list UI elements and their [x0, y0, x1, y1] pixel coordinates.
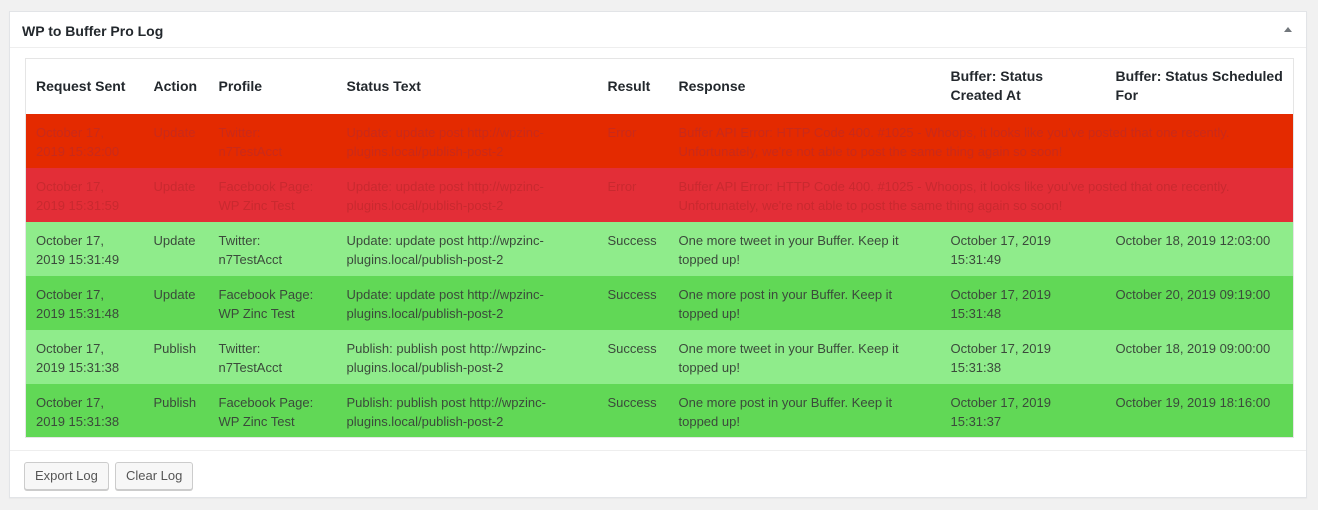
cell-response: One more tweet in your Buffer. Keep it t… — [668, 329, 941, 384]
cell-action: Update — [143, 113, 209, 168]
cell-profile: Facebook Page: WP Zinc Test — [208, 167, 337, 222]
cell-status-text: Update: update post http://wpzinc-plugin… — [336, 167, 598, 222]
cell-response: Buffer API Error: HTTP Code 400. #1025 -… — [668, 113, 1294, 168]
clear-log-button[interactable]: Clear Log — [115, 462, 194, 490]
cell-result: Success — [597, 221, 669, 276]
panel-footer: Export Log Clear Log — [10, 450, 1306, 498]
log-panel: WP to Buffer Pro Log Request Sent Action… — [9, 11, 1307, 498]
cell-profile: Twitter: n7TestAcct — [208, 113, 337, 168]
cell-result: Success — [597, 329, 669, 384]
cell-profile: Twitter: n7TestAcct — [208, 221, 337, 276]
cell-response: One more tweet in your Buffer. Keep it t… — [668, 221, 941, 276]
panel-title: WP to Buffer Pro Log — [22, 23, 164, 39]
table-row: October 17, 2019 15:32:00 Update Twitter: … — [25, 113, 1294, 168]
cell-status-text: Update: update post http://wpzinc-plugin… — [336, 113, 598, 168]
cell-response: Buffer API Error: HTTP Code 400. #1025 -… — [668, 167, 1294, 222]
collapse-arrow-icon[interactable] — [1284, 27, 1292, 32]
panel-header[interactable]: WP to Buffer Pro Log — [10, 12, 1306, 48]
cell-status-text: Update: update post http://wpzinc-plugin… — [336, 275, 598, 330]
cell-status-text: Publish: publish post http://wpzinc-plug… — [336, 383, 598, 438]
header-status-text: Status Text — [336, 58, 598, 114]
cell-request-sent: October 17, 2019 15:31:59 — [25, 167, 144, 222]
cell-scheduled-for: October 18, 2019 09:00:00 — [1105, 329, 1294, 384]
cell-profile: Facebook Page: WP Zinc Test — [208, 275, 337, 330]
header-created-at: Buffer: Status Created At — [940, 58, 1106, 114]
cell-action: Publish — [143, 329, 209, 384]
cell-status-text: Publish: publish post http://wpzinc-plug… — [336, 329, 598, 384]
cell-result: Error — [597, 167, 669, 222]
cell-created-at: October 17, 2019 15:31:38 — [940, 329, 1106, 384]
table-row: October 17, 2019 15:31:59 Update Facebook … — [25, 167, 1294, 222]
cell-action: Publish — [143, 383, 209, 438]
panel-body: Request Sent Action Profile Status Text … — [25, 58, 1294, 438]
table-row: October 17, 2019 15:31:48 Update Facebook … — [25, 275, 1294, 330]
cell-scheduled-for: October 18, 2019 12:03:00 — [1105, 221, 1294, 276]
export-log-button[interactable]: Export Log — [24, 462, 109, 490]
cell-created-at: October 17, 2019 15:31:48 — [940, 275, 1106, 330]
cell-result: Success — [597, 383, 669, 438]
cell-created-at: October 17, 2019 15:31:37 — [940, 383, 1106, 438]
cell-request-sent: October 17, 2019 15:31:38 — [25, 329, 144, 384]
header-scheduled-for: Buffer: Status Scheduled For — [1105, 58, 1294, 114]
cell-status-text: Update: update post http://wpzinc-plugin… — [336, 221, 598, 276]
cell-request-sent: October 17, 2019 15:32:00 — [25, 113, 144, 168]
cell-action: Update — [143, 275, 209, 330]
header-request-sent: Request Sent — [25, 58, 144, 114]
cell-response: One more post in your Buffer. Keep it to… — [668, 275, 941, 330]
header-action: Action — [143, 58, 209, 114]
cell-result: Error — [597, 113, 669, 168]
table-header-row: Request Sent Action Profile Status Text … — [25, 58, 1294, 114]
cell-scheduled-for: October 20, 2019 09:19:00 — [1105, 275, 1294, 330]
header-result: Result — [597, 58, 669, 114]
cell-result: Success — [597, 275, 669, 330]
header-response: Response — [668, 58, 941, 114]
header-profile: Profile — [208, 58, 337, 114]
log-table-body: October 17, 2019 15:32:00 Update Twitter: … — [25, 113, 1294, 438]
cell-scheduled-for: October 19, 2019 18:16:00 — [1105, 383, 1294, 438]
table-row: October 17, 2019 15:31:49 Update Twitter: … — [25, 221, 1294, 276]
cell-request-sent: October 17, 2019 15:31:49 — [25, 221, 144, 276]
log-table: Request Sent Action Profile Status Text … — [25, 58, 1294, 438]
table-row: October 17, 2019 15:31:38 Publish Twitter:… — [25, 329, 1294, 384]
table-row: October 17, 2019 15:31:38 Publish Facebook… — [25, 383, 1294, 438]
cell-request-sent: October 17, 2019 15:31:48 — [25, 275, 144, 330]
cell-profile: Twitter: n7TestAcct — [208, 329, 337, 384]
cell-profile: Facebook Page: WP Zinc Test — [208, 383, 337, 438]
cell-action: Update — [143, 221, 209, 276]
cell-response: One more post in your Buffer. Keep it to… — [668, 383, 941, 438]
cell-action: Update — [143, 167, 209, 222]
cell-created-at: October 17, 2019 15:31:49 — [940, 221, 1106, 276]
cell-request-sent: October 17, 2019 15:31:38 — [25, 383, 144, 438]
